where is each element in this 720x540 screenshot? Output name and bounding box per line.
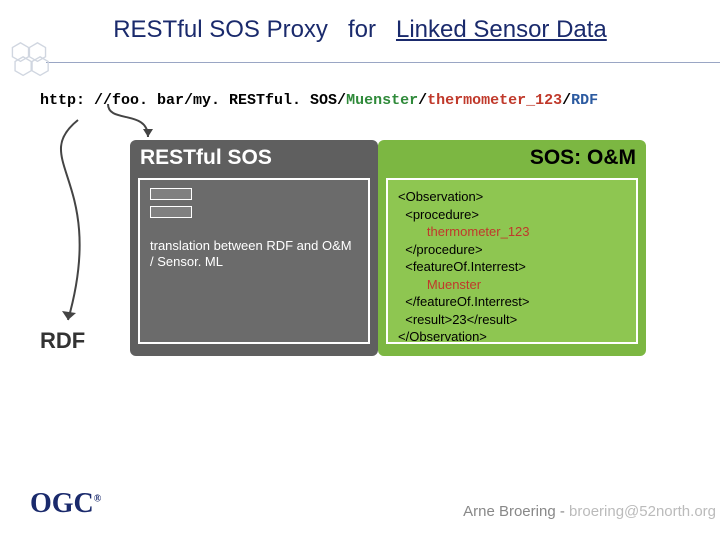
xml-line: thermometer_123	[398, 223, 626, 241]
author-credit: Arne Broering - broering@52north.org	[463, 503, 716, 520]
ogc-logo: OGC®	[30, 488, 101, 520]
module-bars-icon	[150, 188, 192, 224]
url-base: http: //foo. bar/my. RESTful. SOS/	[40, 92, 346, 109]
rdf-output-label: RDF	[40, 328, 85, 354]
restful-inner: translation between RDF and O&M / Sensor…	[138, 178, 370, 344]
restful-proxy-box: RESTful SOS translation between RDF and …	[130, 140, 378, 356]
xml-line: </featureOf.Interrest>	[398, 293, 626, 311]
xml-line: <result>23</result>	[398, 311, 626, 329]
author-name: Arne Broering	[463, 503, 556, 520]
title-part1: RESTful SOS Proxy	[113, 16, 328, 43]
xml-line: </Observation>	[398, 328, 626, 346]
url-procedure: thermometer_123	[427, 92, 562, 109]
restful-heading: RESTful SOS	[130, 140, 378, 172]
xml-line: </procedure>	[398, 241, 626, 259]
xml-line: <Observation>	[398, 188, 626, 206]
registered-icon: ®	[94, 494, 101, 505]
slide-title: RESTful SOS Proxy for Linked Sensor Data	[0, 16, 720, 44]
om-heading: SOS: O&M	[378, 140, 646, 172]
sos-om-box: SOS: O&M <Observation> <procedure> therm…	[378, 140, 646, 356]
xml-line: <featureOf.Interrest>	[398, 258, 626, 276]
xml-line: <procedure>	[398, 206, 626, 224]
xml-line: Muenster	[398, 276, 626, 294]
title-divider	[46, 62, 720, 63]
url-format: RDF	[571, 92, 598, 109]
om-inner: <Observation> <procedure> thermometer_12…	[386, 178, 638, 344]
translation-caption: translation between RDF and O&M / Sensor…	[150, 238, 358, 271]
hexagon-ornament-icon: ⬡⬡ ⬡⬡	[10, 46, 47, 74]
url-offering: Muenster	[346, 92, 418, 109]
title-part3: Linked Sensor Data	[396, 16, 607, 43]
title-part2: for	[348, 16, 376, 43]
author-email: broering@52north.org	[569, 503, 716, 520]
